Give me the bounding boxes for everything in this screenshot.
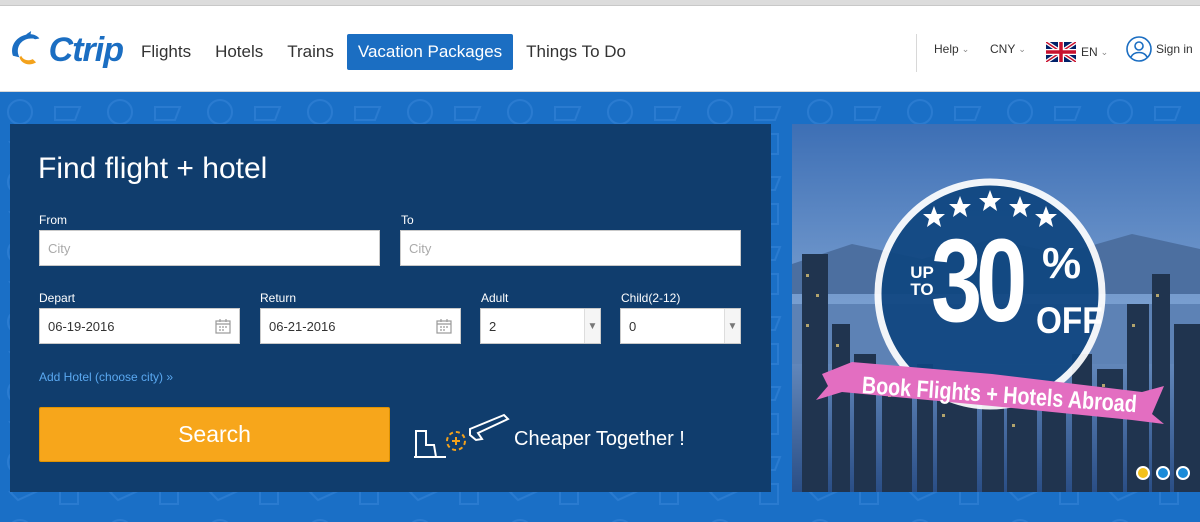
- site-header: Ctrip Flights Hotels Trains Vacation Pac…: [0, 6, 1200, 92]
- carousel-dots: [1136, 466, 1190, 480]
- chevron-down-icon: ▼: [724, 309, 740, 343]
- hotel-plus-plane-icon: [414, 413, 510, 458]
- return-label: Return: [260, 291, 297, 305]
- return-date-input[interactable]: 06-21-2016: [260, 308, 461, 344]
- header-divider: [916, 34, 917, 72]
- help-label: Help: [934, 42, 959, 56]
- banner-off-text: OFF: [1036, 300, 1103, 341]
- language-menu[interactable]: EN ⌄: [1046, 42, 1108, 62]
- ctrip-logo[interactable]: Ctrip: [8, 24, 124, 76]
- currency-label: CNY: [990, 42, 1016, 56]
- from-input[interactable]: City: [39, 230, 380, 266]
- child-select[interactable]: 0 ▼: [620, 308, 741, 344]
- chevron-down-icon: ⌄: [1100, 46, 1109, 57]
- return-date-value: 06-21-2016: [269, 318, 336, 334]
- from-label: From: [39, 213, 67, 227]
- chevron-down-icon: ▼: [584, 309, 600, 343]
- cheaper-together-text: Cheaper Together !: [514, 428, 685, 450]
- to-input[interactable]: City: [400, 230, 741, 266]
- sign-in-link[interactable]: Sign in: [1126, 36, 1193, 62]
- banner-percent-sign: %: [1042, 239, 1082, 288]
- sign-in-label: Sign in: [1156, 42, 1193, 56]
- calendar-icon[interactable]: [215, 318, 231, 334]
- carousel-dot-2[interactable]: [1156, 466, 1170, 480]
- search-panel: Find flight + hotel From City To City De…: [10, 124, 771, 492]
- nav-hotels[interactable]: Hotels: [204, 34, 274, 70]
- chevron-down-icon: ⌄: [1018, 43, 1026, 54]
- adult-select[interactable]: 2 ▼: [480, 308, 601, 344]
- user-icon: [1126, 36, 1152, 62]
- chevron-down-icon: ⌄: [961, 43, 970, 54]
- add-hotel-link[interactable]: Add Hotel (choose city) »: [39, 370, 173, 384]
- uk-flag-icon: [1046, 42, 1076, 62]
- currency-menu[interactable]: CNY ⌄: [990, 42, 1026, 56]
- to-label: To: [401, 213, 414, 227]
- depart-date-value: 06-19-2016: [48, 318, 115, 334]
- search-button[interactable]: Search: [39, 407, 390, 462]
- calendar-icon[interactable]: [436, 318, 452, 334]
- nav-things-to-do[interactable]: Things To Do: [515, 34, 637, 70]
- child-label: Child(2-12): [621, 291, 681, 305]
- nav-vacation-packages[interactable]: Vacation Packages: [346, 34, 514, 70]
- nav-flights[interactable]: Flights: [130, 34, 202, 70]
- double-chevron-down-icon: »: [166, 370, 174, 384]
- depart-label: Depart: [39, 291, 76, 305]
- language-label: EN: [1081, 45, 1098, 59]
- panel-title: Find flight + hotel: [38, 152, 268, 185]
- adult-value: 2: [489, 318, 497, 334]
- promo-banner[interactable]: UP TO 30 % OFF Book Flights + Hotels Abr…: [792, 124, 1200, 492]
- depart-date-input[interactable]: 06-19-2016: [39, 308, 240, 344]
- child-value: 0: [629, 318, 637, 334]
- dolphin-logo-icon: [12, 31, 40, 65]
- logo-text: Ctrip: [48, 30, 124, 69]
- carousel-dot-1[interactable]: [1136, 466, 1150, 480]
- adult-label: Adult: [481, 291, 509, 305]
- main-nav: Flights Hotels Trains Vacation Packages …: [130, 34, 639, 70]
- carousel-dot-3[interactable]: [1176, 466, 1190, 480]
- help-menu[interactable]: Help ⌄: [934, 42, 969, 56]
- banner-discount-number: 30: [931, 215, 1027, 347]
- add-hotel-label: Add Hotel (choose city): [39, 370, 164, 384]
- nav-trains[interactable]: Trains: [276, 34, 345, 70]
